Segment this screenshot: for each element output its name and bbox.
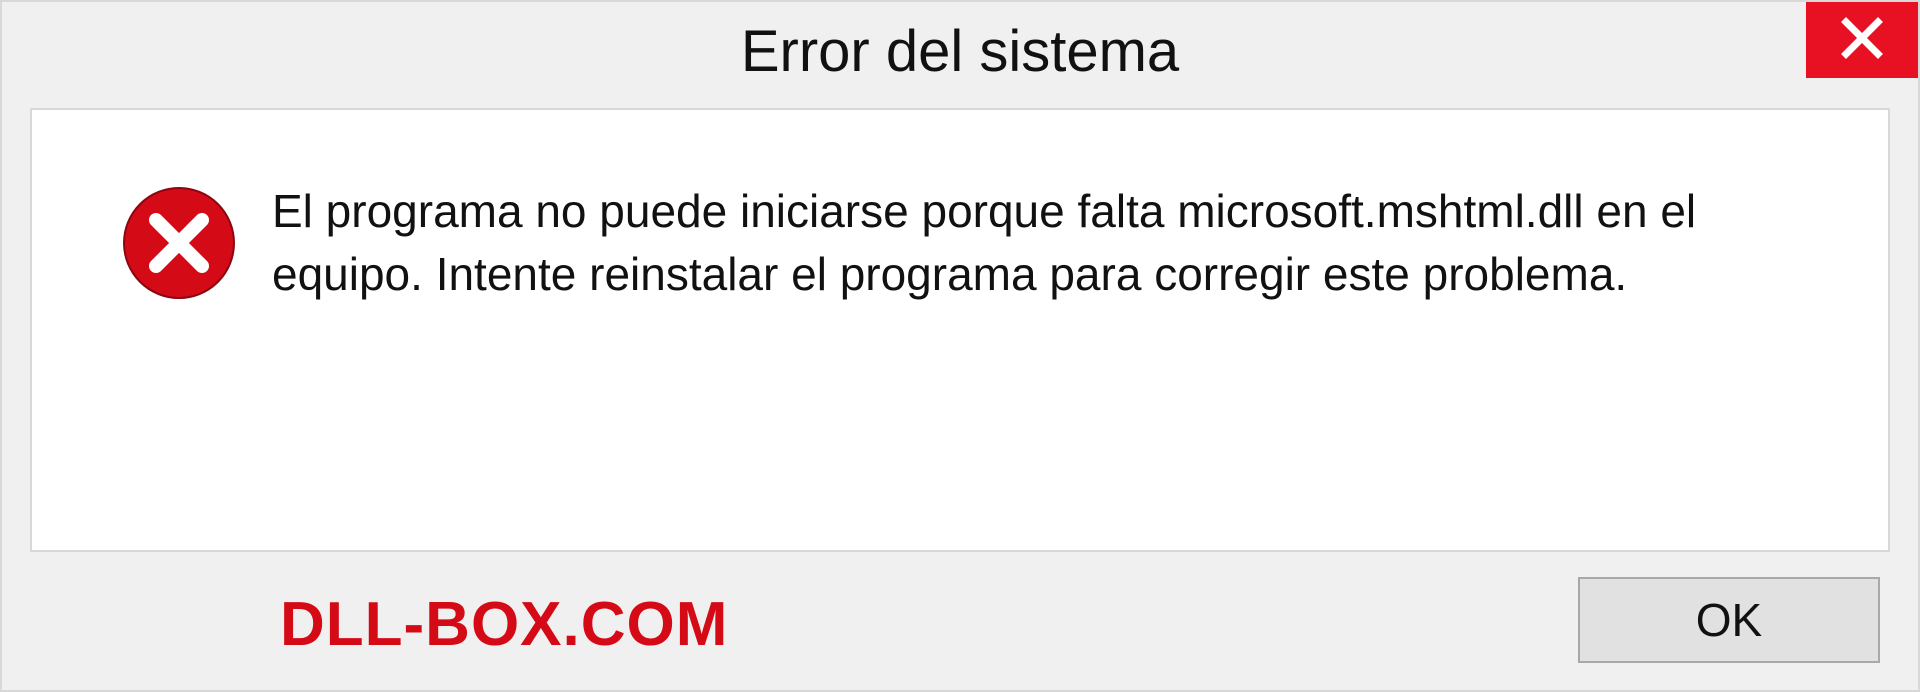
- content-panel: El programa no puede iniciarse porque fa…: [30, 108, 1890, 552]
- ok-button[interactable]: OK: [1578, 577, 1880, 663]
- watermark-text: DLL-BOX.COM: [40, 589, 728, 660]
- close-button[interactable]: [1806, 2, 1918, 78]
- error-icon: [122, 186, 236, 300]
- dialog-title: Error del sistema: [2, 18, 1918, 85]
- error-message: El programa no puede iniciarse porque fa…: [272, 180, 1828, 307]
- close-icon: [1840, 16, 1884, 65]
- error-dialog: Error del sistema El programa no puede i…: [0, 0, 1920, 692]
- titlebar: Error del sistema: [2, 2, 1918, 100]
- dialog-footer: DLL-BOX.COM OK: [2, 564, 1918, 690]
